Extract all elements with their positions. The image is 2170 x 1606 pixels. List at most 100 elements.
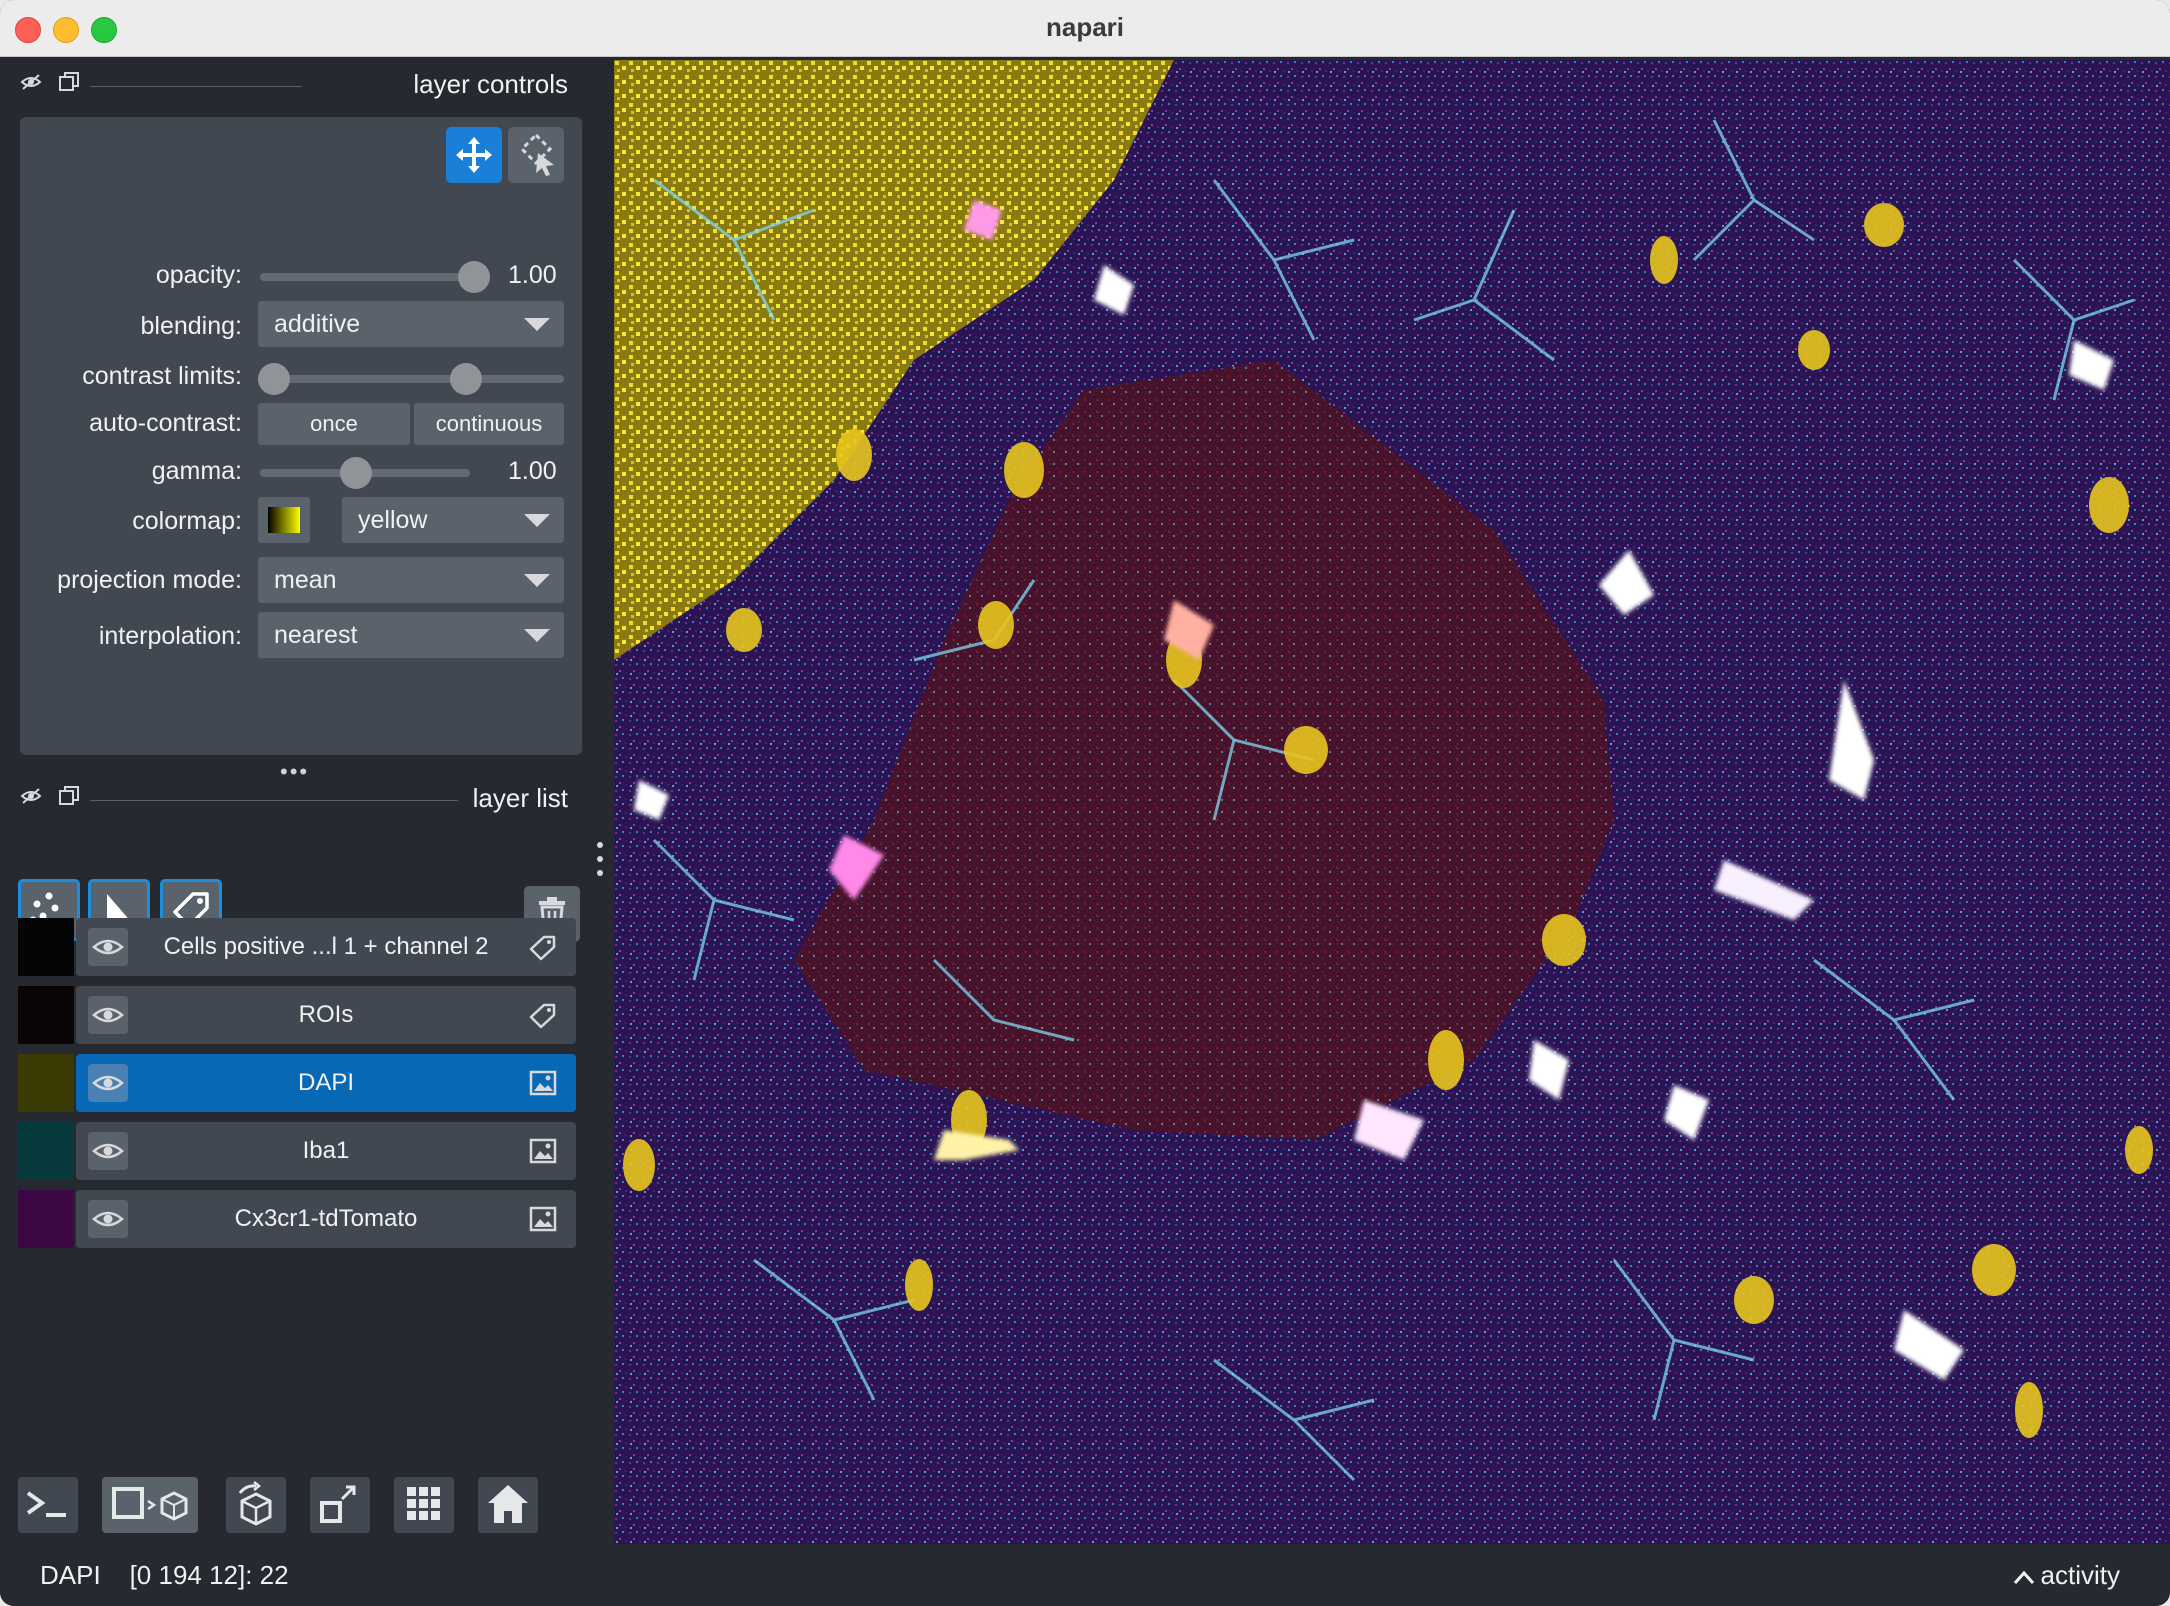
image-icon xyxy=(529,1138,557,1164)
eye-icon xyxy=(92,1075,124,1091)
microscopy-image xyxy=(614,60,2170,1544)
eye-icon xyxy=(92,1143,124,1159)
console-button[interactable] xyxy=(18,1477,78,1533)
interpolation-label: interpolation: xyxy=(98,622,242,650)
activity-label: activity xyxy=(2040,1560,2120,1590)
eye-icon xyxy=(92,939,124,955)
layer-row-body[interactable]: ROIs xyxy=(76,986,576,1044)
layer-row[interactable]: Cells positive ...l 1 + channel 2 xyxy=(18,918,576,976)
rotate-cube-icon xyxy=(238,1481,272,1526)
layer-row[interactable]: DAPI xyxy=(18,1054,576,1112)
header-divider xyxy=(90,800,458,801)
projection-mode-dropdown[interactable]: mean xyxy=(258,557,564,603)
viewer-canvas[interactable] xyxy=(614,60,2170,1544)
layer-row-body[interactable]: Iba1 xyxy=(76,1122,576,1180)
napari-window: napari layer controls opacity: 1.00 blen… xyxy=(0,0,2170,1606)
gamma-value: 1.00 xyxy=(508,457,557,485)
pan-zoom-mode-button[interactable] xyxy=(446,127,502,183)
visibility-toggle[interactable] xyxy=(88,928,128,966)
chevron-up-icon xyxy=(2013,1570,2034,1585)
title-bar: napari xyxy=(0,0,2170,57)
roll-dimensions-button[interactable] xyxy=(226,1477,286,1533)
colormap-preview[interactable] xyxy=(258,497,310,543)
reset-view-button[interactable] xyxy=(478,1477,538,1533)
label-tag-icon xyxy=(529,1003,556,1029)
colormap-value: yellow xyxy=(358,506,428,534)
select-transform-icon xyxy=(519,132,554,176)
visibility-toggle[interactable] xyxy=(88,996,128,1034)
hide-dock-icon[interactable] xyxy=(20,785,42,807)
chevron-down-icon xyxy=(524,629,550,642)
layer-thumbnail xyxy=(18,1054,74,1112)
projection-mode-label: projection mode: xyxy=(57,566,242,594)
layer-controls-title: layer controls xyxy=(413,69,568,99)
toggle-ndisplay-button[interactable] xyxy=(102,1477,198,1533)
visibility-toggle[interactable] xyxy=(88,1132,128,1170)
chevron-down-icon xyxy=(524,574,550,587)
contrast-low-handle[interactable] xyxy=(258,363,290,395)
transform-mode-button[interactable] xyxy=(508,127,564,183)
2d-3d-toggle-icon xyxy=(112,1487,188,1521)
layer-row[interactable]: ROIs xyxy=(18,986,576,1044)
opacity-value: 1.00 xyxy=(508,261,557,289)
transpose-icon xyxy=(320,1485,356,1523)
left-dock-area: layer controls opacity: 1.00 blending: a… xyxy=(0,57,603,1606)
grid-icon xyxy=(407,1487,440,1520)
colormap-dropdown[interactable]: yellow xyxy=(342,497,564,543)
eye-icon xyxy=(92,1007,124,1023)
layer-controls-panel: opacity: 1.00 blending: additive contras… xyxy=(20,117,582,755)
move-arrows-icon xyxy=(456,137,492,173)
layer-row-body[interactable]: Cx3cr1-tdTomato xyxy=(76,1190,576,1248)
colormap-gradient-swatch xyxy=(268,507,300,533)
layer-controls-header: layer controls xyxy=(18,65,578,105)
header-divider xyxy=(90,86,302,87)
terminal-prompt-icon xyxy=(26,1491,66,1517)
status-message: DAPI [0 194 12]: 22 xyxy=(40,1560,289,1590)
hide-dock-icon[interactable] xyxy=(20,71,42,93)
layer-thumbnail xyxy=(18,1122,74,1180)
gamma-slider-handle[interactable] xyxy=(340,457,373,489)
blending-label: blending: xyxy=(140,312,242,340)
opacity-label: opacity: xyxy=(155,261,242,289)
transpose-dimensions-button[interactable] xyxy=(310,1477,370,1533)
window-title: napari xyxy=(1045,12,1125,42)
layer-name: Iba1 xyxy=(302,1137,350,1164)
colormap-label: colormap: xyxy=(132,507,242,535)
layer-name: Cells positive ...l 1 + channel 2 xyxy=(163,933,489,960)
layer-name: ROIs xyxy=(298,1001,354,1028)
auto-contrast-once-button[interactable]: once xyxy=(258,403,410,445)
layer-row[interactable]: Iba1 xyxy=(18,1122,576,1180)
auto-contrast-label: auto-contrast: xyxy=(89,409,242,437)
layer-name: Cx3cr1-tdTomato xyxy=(234,1205,418,1232)
interpolation-dropdown[interactable]: nearest xyxy=(258,612,564,658)
layer-row[interactable]: Cx3cr1-tdTomato xyxy=(18,1190,576,1248)
opacity-slider[interactable] xyxy=(260,273,490,281)
float-dock-icon[interactable] xyxy=(58,785,80,807)
contrast-high-handle[interactable] xyxy=(449,363,482,395)
contrast-limits-label: contrast limits: xyxy=(82,362,242,390)
chevron-down-icon xyxy=(524,514,550,527)
layer-list-header: layer list xyxy=(18,779,578,819)
layer-thumbnail xyxy=(18,1190,74,1248)
layer-name: DAPI xyxy=(297,1069,354,1096)
blending-dropdown[interactable]: additive xyxy=(258,301,564,347)
float-dock-icon[interactable] xyxy=(58,71,80,93)
label-tag-icon xyxy=(529,935,556,961)
more-options-icon[interactable] xyxy=(597,839,603,879)
grid-mode-button[interactable] xyxy=(394,1477,454,1533)
contrast-limits-slider[interactable] xyxy=(272,375,564,383)
activity-button[interactable]: activity xyxy=(2013,1560,2120,1591)
chevron-down-icon xyxy=(524,318,550,331)
interpolation-value: nearest xyxy=(274,621,358,649)
auto-contrast-continuous-button[interactable]: continuous xyxy=(414,403,564,445)
status-bar: DAPI [0 194 12]: 22 activity xyxy=(0,1544,2170,1606)
visibility-toggle[interactable] xyxy=(88,1064,128,1102)
layer-row-body[interactable]: Cells positive ...l 1 + channel 2 xyxy=(76,918,576,976)
projection-mode-value: mean xyxy=(274,566,337,594)
visibility-toggle[interactable] xyxy=(88,1200,128,1238)
blending-value: additive xyxy=(274,310,361,338)
gamma-label: gamma: xyxy=(151,457,242,485)
layer-thumbnail xyxy=(18,986,74,1044)
layer-row-body[interactable]: DAPI xyxy=(76,1054,576,1112)
opacity-slider-handle[interactable] xyxy=(458,261,490,293)
